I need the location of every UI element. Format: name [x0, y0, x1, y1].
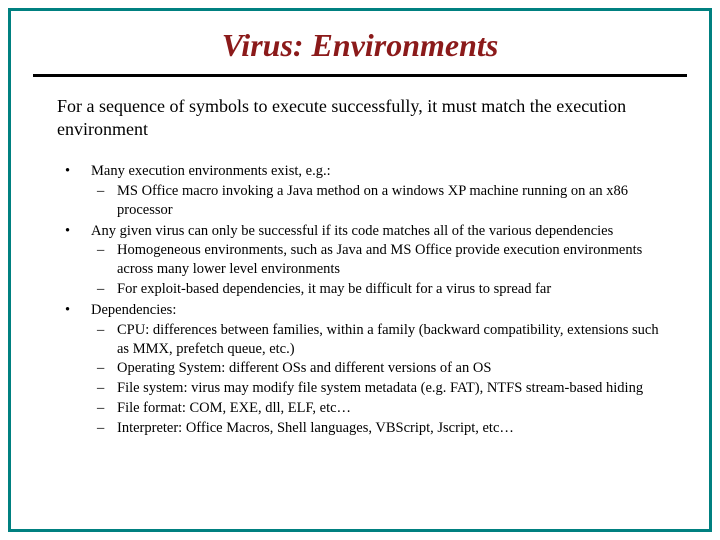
bullet-text: Dependencies:: [91, 302, 176, 318]
dash-item: File system: virus may modify file syste…: [91, 379, 663, 398]
dash-item: Interpreter: Office Macros, Shell langua…: [91, 419, 663, 438]
dash-item: Operating System: different OSs and diff…: [91, 359, 663, 378]
dash-item: MS Office macro invoking a Java method o…: [91, 182, 663, 220]
dash-list: Homogeneous environments, such as Java a…: [91, 241, 663, 299]
title-underline: [33, 74, 687, 77]
bullet-text: Any given virus can only be successful i…: [91, 223, 613, 239]
bullet-list: Many execution environments exist, e.g.:…: [57, 162, 663, 438]
dash-item: Homogeneous environments, such as Java a…: [91, 241, 663, 279]
dash-item: For exploit-based dependencies, it may b…: [91, 280, 663, 299]
intro-text: For a sequence of symbols to execute suc…: [57, 95, 663, 140]
bullet-item: Any given virus can only be successful i…: [57, 222, 663, 299]
bullet-item: Dependencies: CPU: differences between f…: [57, 301, 663, 438]
bullet-item: Many execution environments exist, e.g.:…: [57, 162, 663, 220]
dash-list: MS Office macro invoking a Java method o…: [91, 182, 663, 220]
slide-content: For a sequence of symbols to execute suc…: [11, 95, 709, 438]
bullet-text: Many execution environments exist, e.g.:: [91, 163, 331, 179]
slide-title: Virus: Environments: [11, 21, 709, 74]
dash-list: CPU: differences between families, withi…: [91, 321, 663, 438]
dash-item: File format: COM, EXE, dll, ELF, etc…: [91, 399, 663, 418]
dash-item: CPU: differences between families, withi…: [91, 321, 663, 359]
slide-frame: Virus: Environments For a sequence of sy…: [8, 8, 712, 532]
